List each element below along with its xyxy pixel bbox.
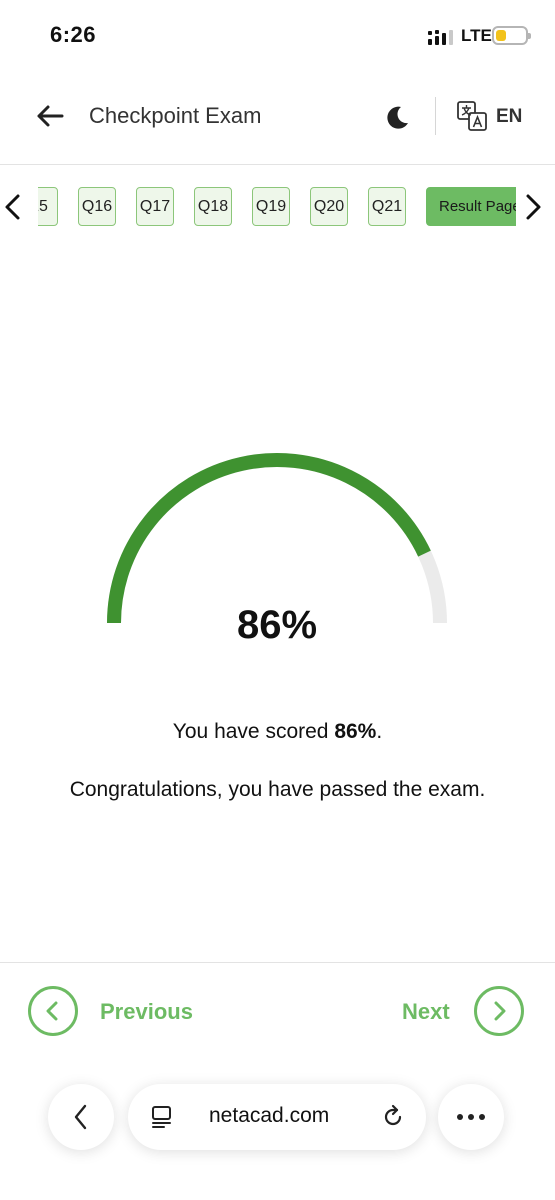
language-button[interactable]: EN [456,100,536,134]
translate-icon [457,101,487,131]
app-header: Checkpoint Exam EN [0,80,555,152]
gauge-progress [107,453,431,624]
chevron-right-icon[interactable] [520,192,546,222]
chevron-left-icon[interactable] [0,192,26,222]
address-bar[interactable]: netacad.com [128,1084,426,1150]
page-title: Checkpoint Exam [89,103,262,128]
next-label: Next [402,999,450,1024]
score-suffix: . [376,720,383,743]
footer-divider [0,962,555,963]
score-gauge: 86% [92,445,462,647]
status-bar: 6:26 LTE [0,0,555,70]
header-divider-line [0,164,555,165]
url-text: netacad.com [209,1104,330,1127]
gauge-percent: 86% [236,603,318,647]
next-button[interactable]: Next [390,985,530,1039]
score-value: 86% [334,720,377,743]
next-circle-icon [474,986,524,1036]
more-icon [457,1114,485,1120]
signal-icon [428,30,453,45]
previous-label: Previous [100,999,193,1024]
more-button[interactable] [438,1084,504,1150]
question-nav-scroller[interactable]: 15 Q16 Q17 Q18 Q19 Q20 Q21 Result Page [38,186,516,230]
arrow-left-icon[interactable] [32,98,68,134]
question-button-21[interactable]: Q21 [368,187,406,226]
language-label: EN [496,106,523,127]
score-text: You have scored 86%. [0,720,555,744]
browser-toolbar: netacad.com [0,1084,555,1154]
header-divider [435,97,436,135]
chevron-right-icon [494,1001,506,1021]
network-type: LTE [461,26,492,45]
battery-fill [496,30,506,41]
chevron-left-icon [46,1001,58,1021]
battery-icon [492,26,531,45]
question-nav: 15 Q16 Q17 Q18 Q19 Q20 Q21 Result Page [0,186,555,230]
question-button-17[interactable]: Q17 [136,187,174,226]
question-button-15[interactable]: 15 [38,187,58,226]
chevron-left-icon [74,1104,87,1130]
question-button-19[interactable]: Q19 [252,187,290,226]
question-button-18[interactable]: Q18 [194,187,232,226]
browser-back-button[interactable] [48,1084,114,1150]
result-message: Congratulations, you have passed the exa… [69,778,486,801]
question-nav-track: 15 Q16 Q17 Q18 Q19 Q20 Q21 Result Page [38,187,516,226]
screen: 6:26 LTE Checkpoint Exam EN 5 Q16 Q17 Q1… [0,0,555,1200]
result-page-button[interactable]: Result Page [426,187,516,226]
question-button-20[interactable]: Q20 [310,187,348,226]
gauge-track [107,453,447,624]
previous-button[interactable]: Previous [28,985,228,1039]
reload-icon[interactable] [380,1104,406,1130]
reader-icon[interactable] [150,1105,174,1129]
score-prefix: You have scored [172,720,335,743]
previous-circle-icon [28,986,78,1036]
moon-icon[interactable] [382,102,412,132]
question-button-16[interactable]: Q16 [78,187,116,226]
status-time: 6:26 [50,22,97,47]
